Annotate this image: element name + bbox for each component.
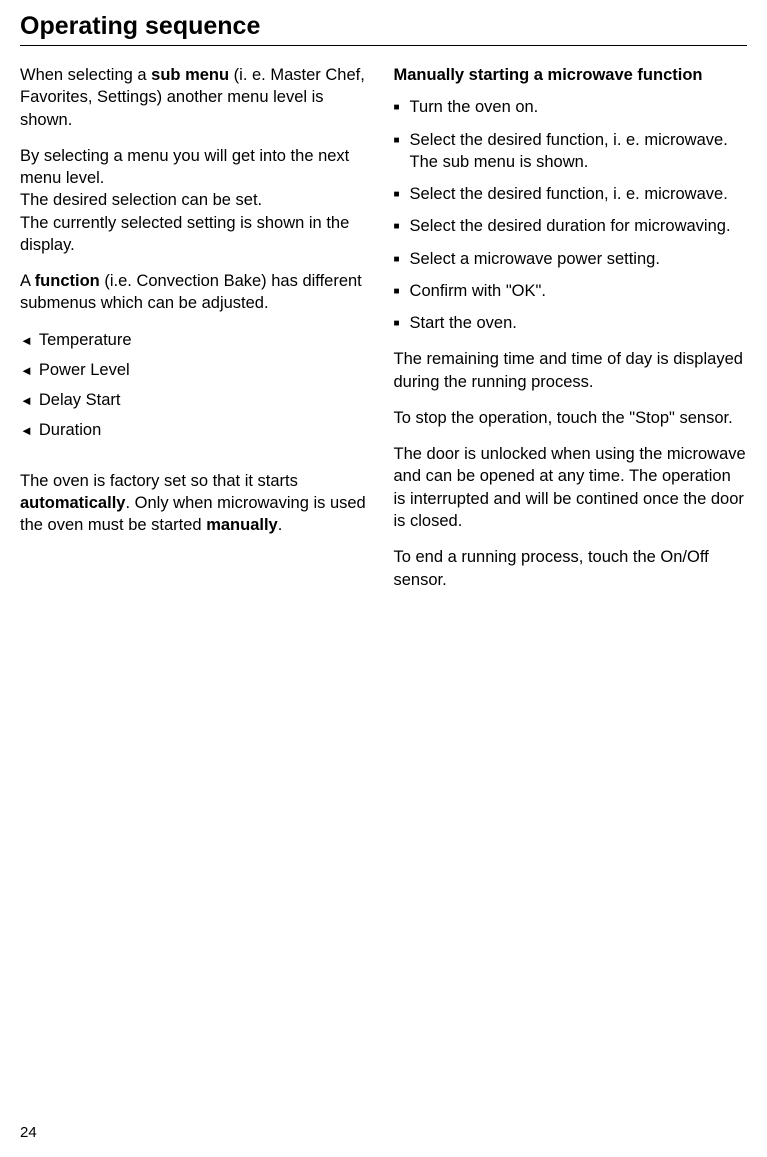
- step-text: Confirm with "OK".: [410, 280, 546, 302]
- step-item: Turn the oven on.: [394, 96, 748, 118]
- submenu-list: Temperature Power Level Delay Start Dura…: [20, 329, 374, 442]
- step-item: Select the desired duration for microwav…: [394, 215, 748, 237]
- paragraph-remaining-time: The remaining time and time of day is di…: [394, 348, 748, 393]
- paragraph-factory: The oven is factory set so that it start…: [20, 470, 374, 537]
- section-heading-manual-start: Manually starting a microwave function: [394, 64, 748, 86]
- paragraph-submenu: When selecting a sub menu (i. e. Master …: [20, 64, 374, 131]
- text: A: [20, 272, 35, 290]
- paragraph-door: The door is unlocked when using the micr…: [394, 443, 748, 532]
- bold-text: automatically: [20, 494, 125, 512]
- text: .: [278, 516, 283, 534]
- content-columns: When selecting a sub menu (i. e. Master …: [20, 64, 747, 605]
- bold-text: manually: [206, 516, 278, 534]
- submenu-item: Delay Start: [20, 389, 374, 411]
- step-text: Select the desired function, i. e. micro…: [410, 183, 728, 205]
- left-column: When selecting a sub menu (i. e. Master …: [20, 64, 374, 605]
- step-text: Select the desired duration for microwav…: [410, 215, 731, 237]
- step-item: Confirm with "OK".: [394, 280, 748, 302]
- submenu-item: Power Level: [20, 359, 374, 381]
- page-title: Operating sequence: [20, 12, 747, 41]
- step-item: Select the desired function, i. e. micro…: [394, 183, 748, 205]
- submenu-item: Duration: [20, 419, 374, 441]
- step-item: Select a microwave power setting.: [394, 248, 748, 270]
- paragraph-function: A function (i.e. Convection Bake) has di…: [20, 270, 374, 315]
- step-text: Select a microwave power setting.: [410, 248, 660, 270]
- step-text: Turn the oven on.: [410, 96, 539, 118]
- step-text: Start the oven.: [410, 312, 517, 334]
- bold-text: function: [35, 272, 100, 290]
- step-item: Select the desired function, i. e. micro…: [394, 129, 748, 174]
- bold-text: sub menu: [151, 66, 229, 84]
- paragraph-end: To end a running process, touch the On/O…: [394, 546, 748, 591]
- paragraph-menu-level: By selecting a menu you will get into th…: [20, 145, 374, 256]
- paragraph-stop: To stop the operation, touch the "Stop" …: [394, 407, 748, 429]
- step-text: Select the desired function, i. e. micro…: [410, 129, 747, 174]
- text: The oven is factory set so that it start…: [20, 472, 298, 490]
- text: When selecting a: [20, 66, 151, 84]
- title-divider: [20, 45, 747, 46]
- page-number: 24: [20, 1124, 37, 1141]
- step-list: Turn the oven on. Select the desired fun…: [394, 96, 748, 334]
- step-item: Start the oven.: [394, 312, 748, 334]
- right-column: Manually starting a microwave function T…: [394, 64, 748, 605]
- submenu-item: Temperature: [20, 329, 374, 351]
